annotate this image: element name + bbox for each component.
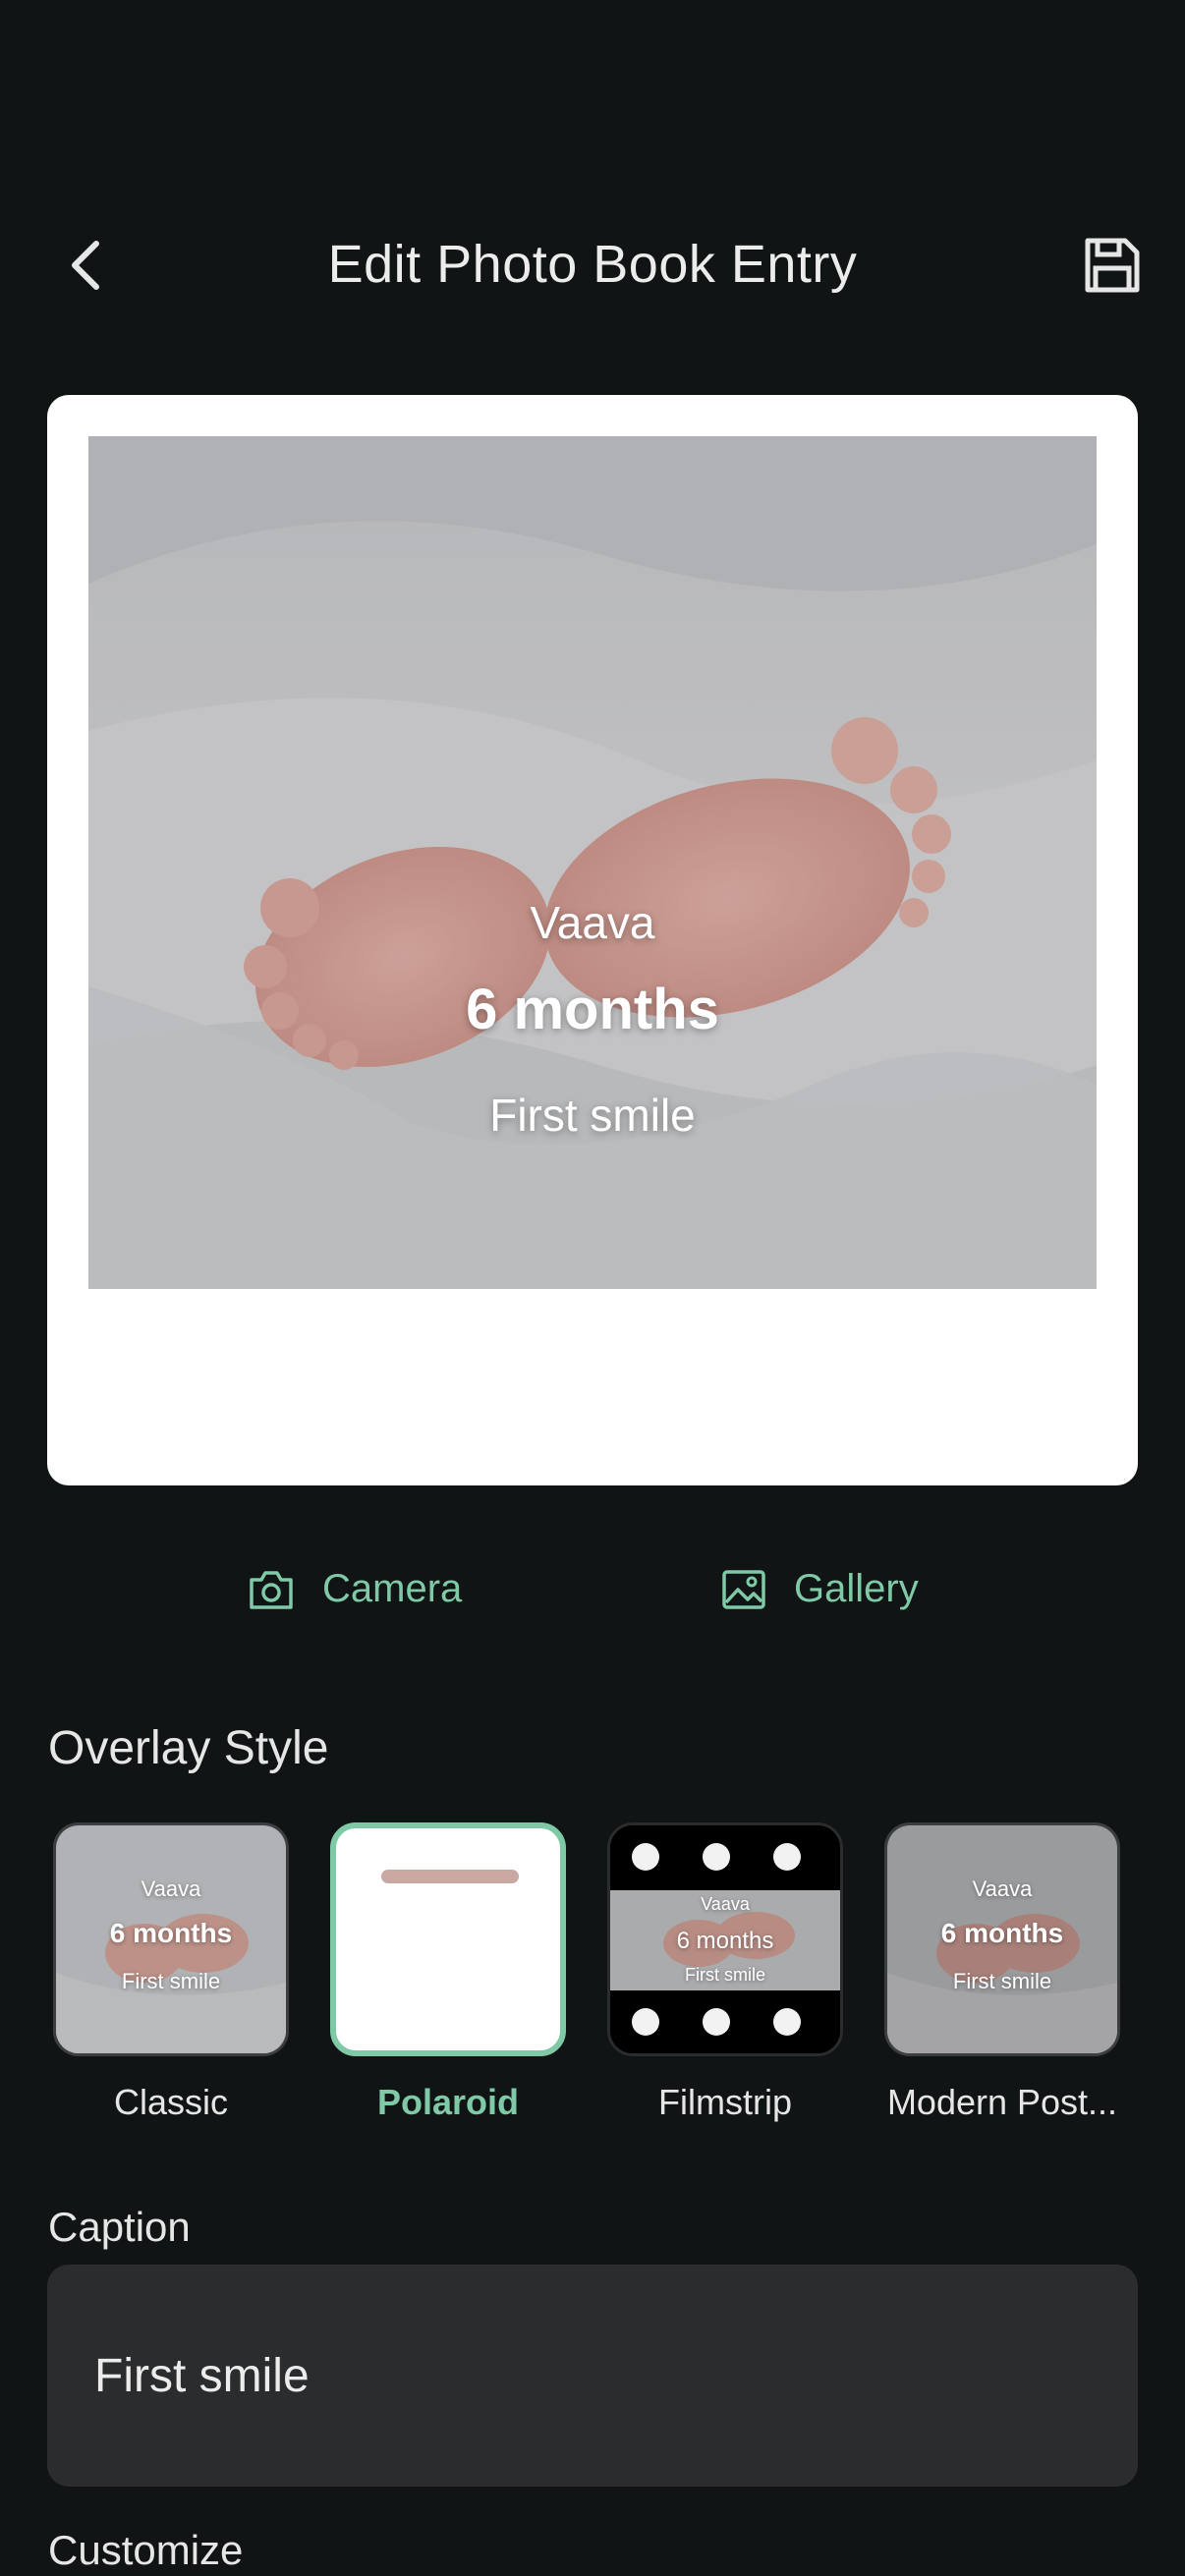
caption-input[interactable] xyxy=(47,2265,1138,2487)
overlay-name-text: Vaava xyxy=(530,897,655,948)
page-title: Edit Photo Book Entry xyxy=(327,235,858,294)
top-app-bar: Edit Photo Book Entry xyxy=(0,196,1185,334)
thumb-age: 6 months xyxy=(940,1918,1064,1948)
thumb-age: 6 months xyxy=(109,1918,233,1948)
overlay-age-text: 6 months xyxy=(466,978,719,1041)
camera-icon xyxy=(250,1570,293,1609)
thumb-age: 6 months xyxy=(676,1928,774,1954)
style-label: Classic xyxy=(113,2082,228,2122)
thumb-name: Vaava xyxy=(141,1876,201,1901)
style-option-modern-poster[interactable]: Vaava 6 months First smile Modern Post..… xyxy=(884,1822,1120,2123)
photo-preview-card: Vaava 6 months First smile xyxy=(47,395,1138,1485)
style-label-selected: Polaroid xyxy=(376,2082,520,2122)
overlay-style-picker: Vaava 6 months First smile Classic Polar… xyxy=(0,1822,1185,2137)
style-option-polaroid[interactable]: Polaroid xyxy=(330,1822,566,2123)
style-option-classic[interactable]: Vaava 6 months First smile Classic xyxy=(53,1822,289,2123)
overlay-style-heading: Overlay Style xyxy=(48,1722,329,1774)
style-label: Modern Post... xyxy=(886,2082,1118,2122)
customize-heading: Customize xyxy=(48,2527,244,2573)
thumb-name: Vaava xyxy=(701,1894,750,1914)
thumb-caption: First smile xyxy=(952,1969,1052,1993)
image-icon xyxy=(722,1569,765,1609)
style-thumbnail: Vaava 6 months First smile xyxy=(53,1822,289,2056)
camera-label: Camera xyxy=(322,1567,463,1610)
style-option-filmstrip[interactable]: Vaava 6 months First smile Filmstrip xyxy=(607,1822,843,2123)
gallery-button[interactable]: Gallery xyxy=(721,1567,919,1611)
thumb-caption: First smile xyxy=(685,1965,765,1985)
style-label: Filmstrip xyxy=(658,2082,792,2122)
screen: Edit Photo Book Entry Vaava 6 months Fir… xyxy=(0,0,1185,2576)
save-button[interactable] xyxy=(1073,226,1152,305)
thumb-caption: First smile xyxy=(121,1969,221,1993)
polaroid-mini-photo xyxy=(381,1870,519,1883)
style-thumbnail: Vaava 6 months First smile xyxy=(884,1822,1120,2056)
thumb-name: Vaava xyxy=(972,1876,1033,1901)
camera-button[interactable]: Camera xyxy=(248,1567,462,1611)
overlay-caption-text: First smile xyxy=(489,1090,696,1141)
style-thumbnail-selected xyxy=(330,1822,566,2056)
gallery-label: Gallery xyxy=(794,1567,919,1610)
photo-source-row: Camera Gallery xyxy=(0,1557,1185,1636)
style-thumbnail: Vaava 6 months First smile xyxy=(607,1822,843,2056)
baby-feet-photo xyxy=(88,436,1097,1289)
caption-label: Caption xyxy=(48,2204,191,2250)
photo-preview[interactable]: Vaava 6 months First smile xyxy=(88,436,1097,1289)
floppy-disk-icon xyxy=(1085,238,1140,293)
